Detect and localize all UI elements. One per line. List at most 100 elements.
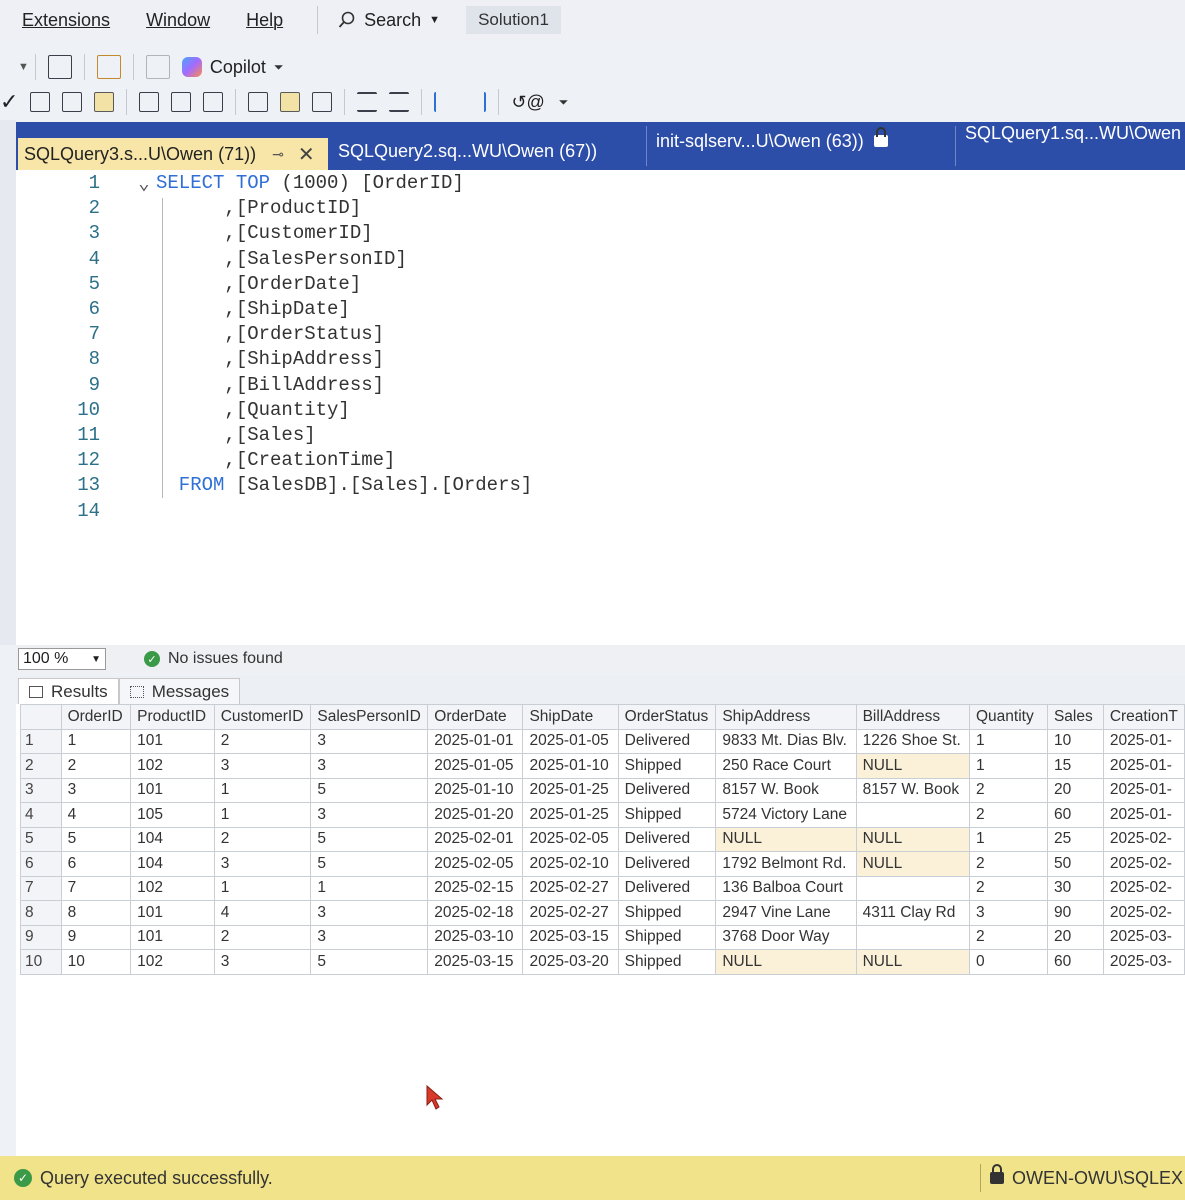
table-cell[interactable]: 2025-02-27 <box>522 900 619 926</box>
table-cell[interactable]: 1 <box>60 728 132 754</box>
table-cell[interactable]: NULL <box>715 949 857 975</box>
table-cell[interactable]: 1 <box>213 777 312 803</box>
chevron-down-icon[interactable]: ▼ <box>18 61 29 73</box>
code-line[interactable]: 8 ,[ShipAddress] <box>16 348 384 373</box>
code-line[interactable]: 13 FROM [SalesDB].[Sales].[Orders] <box>16 474 532 499</box>
table-cell[interactable]: 8157 W. Book <box>715 777 857 803</box>
row-number[interactable]: 7 <box>20 875 62 901</box>
table-cell[interactable]: 102 <box>130 949 215 975</box>
table-cell[interactable]: Delivered <box>617 728 717 754</box>
column-header[interactable]: CustomerID <box>213 704 312 730</box>
table-row[interactable]: 10 10 102 3 5 2025-03-15 2025-03-20 Shipped NULL… <box>20 949 1185 975</box>
table-cell[interactable]: 5 <box>310 777 429 803</box>
table-cell[interactable]: 105 <box>130 802 215 828</box>
table-cell[interactable]: 60 <box>1046 802 1104 828</box>
table-cell[interactable] <box>855 802 970 828</box>
code-line[interactable]: 10 ,[Quantity] <box>16 399 350 424</box>
table-cell[interactable]: 3 <box>310 900 429 926</box>
table-cell[interactable]: 20 <box>1046 924 1104 950</box>
comment-icon[interactable] <box>357 92 378 112</box>
results-file-icon[interactable] <box>312 92 333 112</box>
table-cell[interactable]: 3 <box>213 949 312 975</box>
table-cell[interactable]: 2025-01-05 <box>427 753 524 779</box>
toolbar-overflow-icon[interactable]: ⏷ <box>274 60 284 75</box>
table-cell[interactable]: 3 <box>310 728 429 754</box>
column-header[interactable]: ProductID <box>130 704 215 730</box>
tab-sqlquery1[interactable]: SQLQuery1.sq...WU\Owen <box>955 116 1181 150</box>
table-cell[interactable]: 4 <box>213 900 312 926</box>
table-cell[interactable]: NULL <box>855 753 970 779</box>
uncomment-icon[interactable] <box>389 92 410 112</box>
folder-settings-icon[interactable] <box>96 55 121 79</box>
search-box[interactable]: Search ▼ <box>326 10 452 31</box>
table-cell[interactable]: 2025-03-20 <box>522 949 619 975</box>
client-stats-icon[interactable] <box>203 92 224 112</box>
table-cell[interactable]: 136 Balboa Court <box>715 875 857 901</box>
column-header[interactable]: Sales <box>1046 704 1104 730</box>
tab-messages[interactable]: Messages <box>118 678 241 704</box>
table-row[interactable]: 9 9 101 2 3 2025-03-10 2025-03-15 Shipped 3768 D… <box>20 924 1185 950</box>
table-row[interactable]: 7 7 102 1 1 2025-02-15 2025-02-27 Delivered 136 … <box>20 875 1185 901</box>
table-cell[interactable]: 3768 Door Way <box>715 924 857 950</box>
table-cell[interactable]: 8157 W. Book <box>855 777 970 803</box>
tab-sqlquery2[interactable]: SQLQuery2.sq...WU\Owen (67)) <box>328 132 597 170</box>
row-number[interactable]: 1 <box>20 728 62 754</box>
table-cell[interactable]: 4311 Clay Rd <box>855 900 970 926</box>
table-cell[interactable]: 2025-02-15 <box>427 875 524 901</box>
row-number[interactable]: 4 <box>20 802 62 828</box>
results-grid-icon[interactable] <box>280 92 301 112</box>
copilot-button[interactable]: Copilot <box>181 57 266 78</box>
table-cell[interactable]: 2025-03-15 <box>427 949 524 975</box>
table-cell[interactable]: 3 <box>310 802 429 828</box>
column-header[interactable]: ShipAddress <box>715 704 857 730</box>
code-line[interactable]: 7 ,[OrderStatus] <box>16 323 384 348</box>
table-cell[interactable]: 8 <box>60 900 132 926</box>
table-cell[interactable]: 3 <box>310 753 429 779</box>
table-cell[interactable]: 5 <box>310 949 429 975</box>
row-number[interactable]: 6 <box>20 851 62 877</box>
table-cell[interactable]: 2025-01- <box>1102 777 1185 803</box>
table-cell[interactable]: 2025-01-25 <box>522 777 619 803</box>
menu-help[interactable]: Help <box>224 10 283 31</box>
table-row[interactable]: 4 4 105 1 3 2025-01-20 2025-01-25 Shipped 5724 V… <box>20 802 1185 828</box>
column-header[interactable]: OrderDate <box>427 704 524 730</box>
table-row[interactable]: 3 3 101 1 5 2025-01-10 2025-01-25 Delivered 8157… <box>20 777 1185 803</box>
table-cell[interactable] <box>855 924 970 950</box>
code-line[interactable]: 12 ,[CreationTime] <box>16 449 395 474</box>
table-cell[interactable]: 1 <box>968 753 1048 779</box>
code-line[interactable]: 3 ,[CustomerID] <box>16 222 373 247</box>
table-cell[interactable]: 5 <box>310 826 429 852</box>
column-header[interactable]: OrderID <box>60 704 132 730</box>
table-cell[interactable]: Shipped <box>617 949 717 975</box>
table-cell[interactable]: 2025-01-10 <box>522 753 619 779</box>
results-to-grid-icon[interactable] <box>94 92 115 112</box>
table-cell[interactable]: 2025-03-10 <box>427 924 524 950</box>
specify-values-icon[interactable]: ↺@ <box>511 92 544 113</box>
live-stats-icon[interactable] <box>171 92 192 112</box>
table-cell[interactable]: 2 <box>213 826 312 852</box>
table-cell[interactable]: 0 <box>968 949 1048 975</box>
table-cell[interactable]: 2025-01-25 <box>522 802 619 828</box>
table-cell[interactable]: Delivered <box>617 875 717 901</box>
table-cell[interactable]: 3 <box>310 924 429 950</box>
table-cell[interactable]: 7 <box>60 875 132 901</box>
table-cell[interactable]: 2 <box>60 753 132 779</box>
menu-window[interactable]: Window <box>124 10 210 31</box>
table-cell[interactable] <box>855 875 970 901</box>
table-cell[interactable]: 2 <box>968 777 1048 803</box>
table-cell[interactable]: 4 <box>60 802 132 828</box>
table-cell[interactable]: 1 <box>213 802 312 828</box>
table-cell[interactable]: 2025-02- <box>1102 900 1185 926</box>
table-cell[interactable]: Shipped <box>617 802 717 828</box>
table-cell[interactable]: 104 <box>130 851 215 877</box>
table-cell[interactable]: Delivered <box>617 777 717 803</box>
table-cell[interactable]: NULL <box>855 826 970 852</box>
column-header[interactable]: Quantity <box>968 704 1048 730</box>
row-number[interactable]: 2 <box>20 753 62 779</box>
query-plan-icon[interactable] <box>30 92 51 112</box>
table-cell[interactable]: 9833 Mt. Dias Blv. <box>715 728 857 754</box>
query-editor[interactable]: 1 ⌄ SELECT TOP (1000) [OrderID] 2 ,[Product… <box>16 170 1185 645</box>
table-cell[interactable]: 1 <box>968 728 1048 754</box>
table-row[interactable]: 8 8 101 4 3 2025-02-18 2025-02-27 Shipped 2947 V… <box>20 900 1185 926</box>
toolbar-overflow-icon[interactable]: ⏷ <box>559 95 569 110</box>
